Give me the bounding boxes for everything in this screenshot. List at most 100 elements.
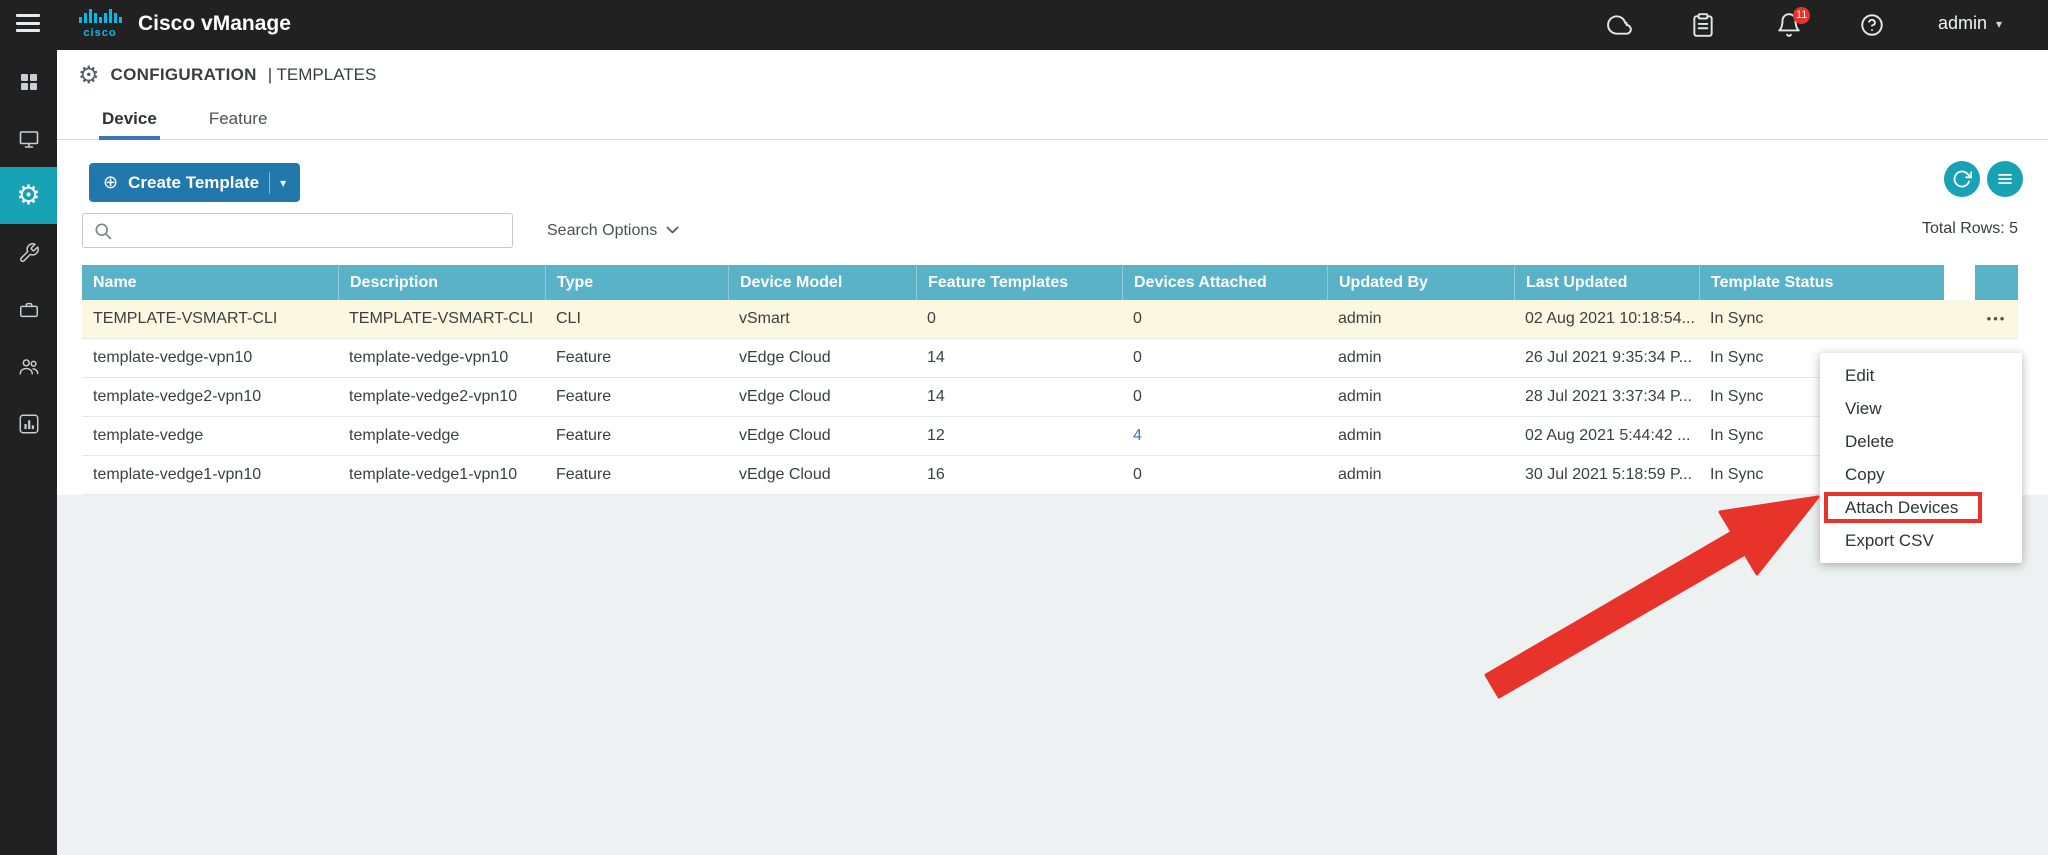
column-header-type[interactable]: Type	[545, 265, 728, 300]
total-rows-label: Total Rows: 5	[1921, 220, 2018, 237]
cell-feature-templates: 16	[927, 466, 945, 483]
tab-feature[interactable]: Feature	[206, 109, 271, 140]
cloud-button[interactable]	[1607, 12, 1633, 38]
devices-attached-link[interactable]: 4	[1133, 427, 1142, 444]
cell-last-updated: 26 Jul 2021 9:35:34 P...	[1525, 349, 1692, 366]
tab-bar: Device Feature	[99, 109, 270, 140]
users-icon	[19, 358, 38, 375]
menu-button[interactable]	[16, 14, 42, 36]
help-button[interactable]	[1859, 12, 1885, 38]
cell-last-updated: 30 Jul 2021 5:18:59 P...	[1525, 466, 1692, 483]
templates-table: Name Description Type Device Model Featu…	[82, 265, 2018, 495]
table-row[interactable]: template-vedge template-vedge Feature vE…	[82, 417, 2018, 456]
sidebar-item-configuration[interactable]: ⚙	[0, 167, 57, 224]
cell-devices-attached: 0	[1133, 466, 1142, 483]
cisco-logo-text: cisco	[83, 27, 117, 39]
cell-last-updated: 02 Aug 2021 5:44:42 ...	[1525, 427, 1691, 444]
cell-feature-templates: 12	[927, 427, 945, 444]
search-options-label: Search Options	[547, 221, 658, 239]
cell-last-updated: 28 Jul 2021 3:37:34 P...	[1525, 388, 1692, 405]
help-icon	[1861, 14, 1883, 36]
menu-item-delete[interactable]: Delete	[1820, 425, 2022, 458]
table-row[interactable]: template-vedge-vpn10 template-vedge-vpn1…	[82, 339, 2018, 378]
more-icon: •••	[1986, 311, 2007, 326]
vmanage-app: cisco Cisco vManage 11 admin ▾ ⚙ ⚙ CONFI…	[0, 0, 2048, 855]
cell-type: Feature	[556, 427, 612, 444]
cell-type: Feature	[556, 388, 612, 405]
search-box	[82, 213, 513, 248]
column-header-description[interactable]: Description	[338, 265, 545, 300]
cell-devices-attached: 0	[1133, 310, 1142, 327]
row-actions-button[interactable]: •••	[1975, 300, 2018, 338]
bar-chart-icon	[19, 414, 38, 433]
menu-item-copy[interactable]: Copy	[1820, 458, 2022, 491]
topbar: cisco Cisco vManage 11 admin ▾	[0, 0, 2048, 50]
column-header-last-updated[interactable]: Last Updated	[1514, 265, 1699, 300]
table-options-button[interactable]	[1987, 161, 2023, 197]
cell-name: TEMPLATE-VSMART-CLI	[93, 310, 278, 327]
cell-updated-by: admin	[1338, 349, 1382, 366]
cell-device-model: vEdge Cloud	[739, 427, 831, 444]
tasks-button[interactable]	[1690, 12, 1716, 38]
create-template-button[interactable]: ⊕ Create Template ▾	[89, 163, 301, 202]
sidebar-item-dashboard[interactable]	[0, 53, 57, 110]
cell-description: template-vedge2-vpn10	[349, 388, 518, 405]
sidebar-item-monitor[interactable]	[0, 110, 57, 167]
cell-type: Feature	[556, 466, 612, 483]
table-row[interactable]: template-vedge1-vpn10 template-vedge1-vp…	[82, 456, 2018, 495]
column-header-template-status[interactable]: Template Status	[1699, 265, 1944, 300]
column-header-actions	[1975, 265, 2018, 300]
brand-title: Cisco vManage	[138, 12, 291, 35]
menu-item-export-csv[interactable]: Export CSV	[1820, 524, 2022, 557]
cell-device-model: vSmart	[739, 310, 790, 327]
column-header-device-model[interactable]: Device Model	[728, 265, 916, 300]
hamburger-icon	[16, 14, 40, 17]
refresh-button[interactable]	[1944, 161, 1980, 197]
chevron-down-icon	[666, 226, 679, 234]
column-header-feature-templates[interactable]: Feature Templates	[916, 265, 1122, 300]
cell-feature-templates: 14	[927, 388, 945, 405]
sidebar-item-maintenance[interactable]	[0, 281, 57, 338]
search-bar: Search Options	[82, 213, 679, 248]
sidebar-item-administration[interactable]	[0, 338, 57, 395]
menu-item-attach-devices[interactable]: Attach Devices	[1820, 491, 2022, 524]
briefcase-icon	[19, 302, 38, 317]
cell-last-updated: 02 Aug 2021 10:18:54...	[1525, 310, 1695, 327]
wrench-icon	[19, 242, 39, 262]
cisco-logo-icon	[79, 9, 122, 23]
cell-name: template-vedge1-vpn10	[93, 466, 262, 483]
cell-device-model: vEdge Cloud	[739, 388, 831, 405]
user-menu[interactable]: admin ▾	[1938, 13, 2002, 34]
cell-updated-by: admin	[1338, 427, 1382, 444]
caret-down-icon: ▾	[1996, 16, 2003, 31]
cell-devices-attached: 0	[1133, 349, 1142, 366]
search-input[interactable]	[82, 213, 513, 248]
page-header: ⚙ CONFIGURATION | TEMPLATES Device Featu…	[57, 50, 2048, 140]
page-title: CONFIGURATION	[110, 65, 257, 84]
refresh-icon	[1953, 170, 1972, 188]
cell-name: template-vedge-vpn10	[93, 349, 253, 366]
cell-feature-templates: 0	[927, 310, 936, 327]
plus-circle-icon: ⊕	[103, 172, 119, 193]
tab-device[interactable]: Device	[99, 109, 160, 140]
column-header-name[interactable]: Name	[82, 265, 338, 300]
table-row[interactable]: TEMPLATE-VSMART-CLI TEMPLATE-VSMART-CLI …	[82, 300, 2018, 339]
cell-description: template-vedge1-vpn10	[349, 466, 518, 483]
sidebar-item-vanalytics[interactable]	[0, 395, 57, 452]
button-divider	[269, 171, 271, 194]
configuration-gear-icon: ⚙	[16, 180, 41, 211]
search-icon	[95, 223, 112, 240]
sidebar-item-tools[interactable]	[0, 224, 57, 281]
column-header-updated-by[interactable]: Updated By	[1327, 265, 1514, 300]
menu-item-view[interactable]: View	[1820, 392, 2022, 425]
list-icon	[1998, 173, 2012, 185]
gear-icon: ⚙	[78, 61, 100, 89]
search-options-dropdown[interactable]: Search Options	[547, 222, 679, 240]
menu-item-edit[interactable]: Edit	[1820, 359, 2022, 392]
cell-description: TEMPLATE-VSMART-CLI	[349, 310, 534, 327]
table-row[interactable]: template-vedge2-vpn10 template-vedge2-vp…	[82, 378, 2018, 417]
cell-updated-by: admin	[1338, 310, 1382, 327]
header-gap	[1944, 265, 1975, 300]
column-header-devices-attached[interactable]: Devices Attached	[1122, 265, 1327, 300]
notification-badge: 11	[1793, 7, 1811, 24]
